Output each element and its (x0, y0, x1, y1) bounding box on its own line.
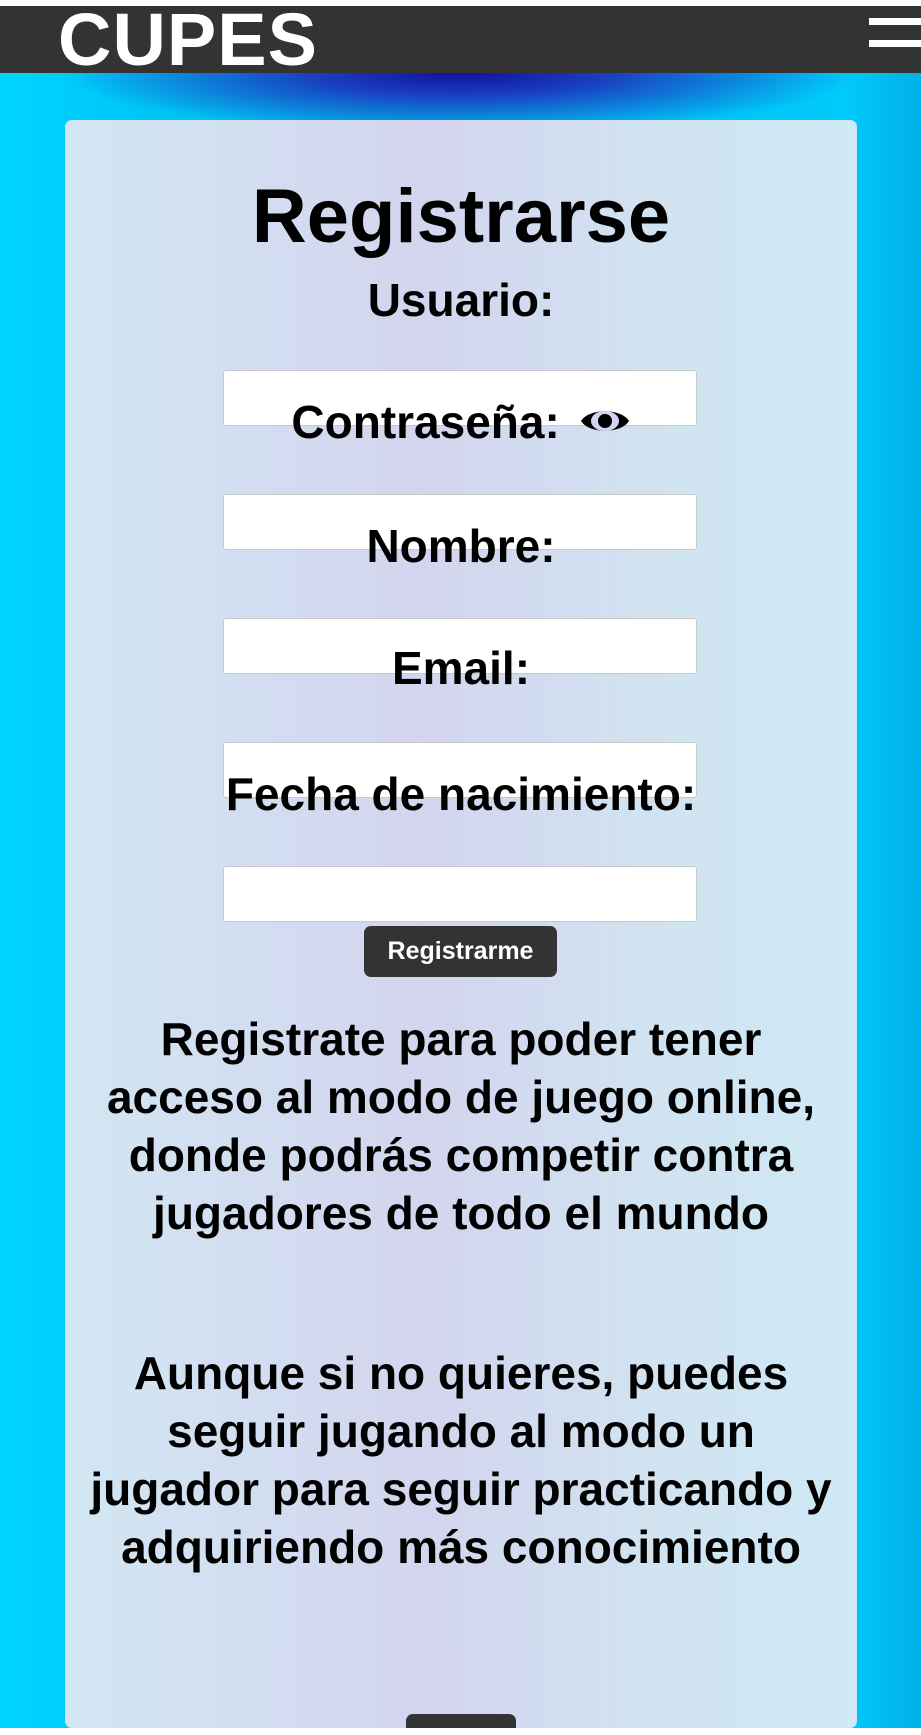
page-title: Registrarse (251, 174, 671, 259)
register-button[interactable]: Registrarme (364, 926, 557, 977)
online-mode-text: Registrate para poder tener acceso al mo… (106, 1013, 816, 1239)
bottom-strip (0, 1728, 921, 1735)
birthdate-input[interactable] (223, 866, 697, 922)
eye-icon[interactable] (579, 394, 631, 450)
password-label-row: Contraseña: (65, 394, 857, 454)
name-label: Nombre: (366, 520, 556, 572)
email-label: Email: (391, 642, 531, 694)
site-header: CUPES (0, 0, 921, 80)
single-player-text: Aunque si no quieres, puedes seguir juga… (90, 1347, 832, 1573)
password-label: Contraseña: (291, 396, 560, 448)
hamburger-menu-icon[interactable] (869, 18, 921, 48)
logo[interactable]: CUPES (58, 0, 318, 80)
username-label: Usuario: (367, 274, 555, 326)
birthdate-label: Fecha de nacimiento: (225, 768, 697, 820)
register-card: Registrarse Usuario: Contraseña: Nombre:… (65, 120, 857, 1735)
